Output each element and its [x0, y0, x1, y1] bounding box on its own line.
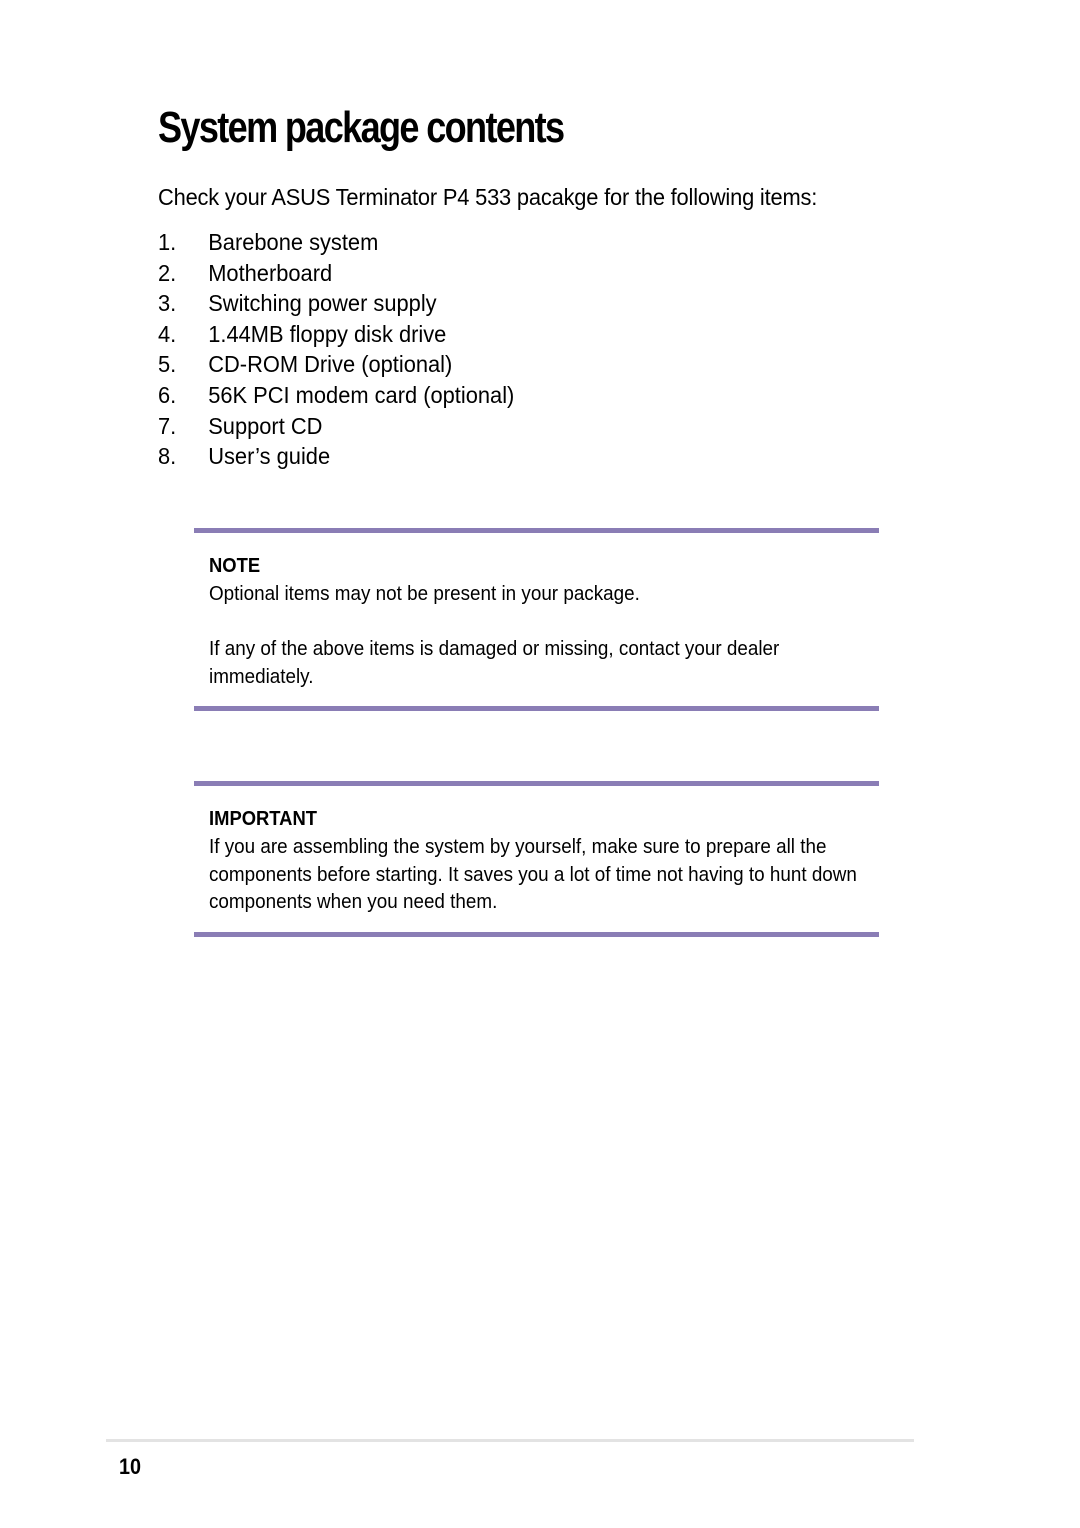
list-item: 1. Barebone system — [158, 227, 514, 258]
item-number: 8. — [158, 443, 177, 470]
item-label: 1.44MB floppy disk drive — [208, 320, 447, 347]
list-item: 2. Motherboard — [158, 258, 514, 289]
list-item: 3. Switching power supply — [158, 288, 514, 319]
page-number: 10 — [119, 1454, 142, 1479]
package-items-list: 1. Barebone system 2. Motherboard 3. Swi… — [158, 227, 541, 472]
note-paragraph: If any of the above items is damaged or … — [209, 637, 780, 688]
footer-divider — [106, 1439, 914, 1442]
note-callout: NOTE Optional items may not be present i… — [194, 528, 879, 711]
item-number: 1. — [158, 229, 177, 255]
item-number: 7. — [158, 412, 177, 439]
item-label: Motherboard — [208, 259, 333, 286]
list-item: 8. User’s guide — [158, 441, 514, 472]
intro-text: Check your ASUS Terminator P4 533 pacakg… — [158, 184, 818, 210]
important-label: IMPORTANT — [209, 808, 318, 830]
list-item: 6. 56K PCI modem card (optional) — [158, 380, 514, 411]
item-label: 56K PCI modem card (optional) — [208, 381, 515, 408]
item-number: 4. — [158, 320, 177, 347]
page-title: System package contents — [158, 103, 565, 152]
note-paragraph: Optional items may not be present in you… — [209, 582, 640, 605]
list-item: 5. CD-ROM Drive (optional) — [158, 349, 514, 380]
item-label: CD-ROM Drive (optional) — [208, 351, 453, 378]
item-number: 5. — [158, 351, 177, 378]
item-label: Support CD — [208, 412, 323, 439]
list-item: 7. Support CD — [158, 411, 514, 442]
item-label: Barebone system — [208, 229, 379, 255]
item-number: 2. — [158, 259, 177, 286]
item-label: Switching power supply — [208, 290, 437, 317]
important-paragraph: If you are assembling the system by your… — [209, 835, 857, 914]
important-callout: IMPORTANT If you are assembling the syst… — [194, 781, 879, 937]
list-item: 4. 1.44MB floppy disk drive — [158, 319, 514, 350]
item-number: 6. — [158, 381, 177, 408]
item-label: User’s guide — [208, 443, 331, 470]
note-label: NOTE — [209, 555, 261, 577]
item-number: 3. — [158, 290, 177, 317]
